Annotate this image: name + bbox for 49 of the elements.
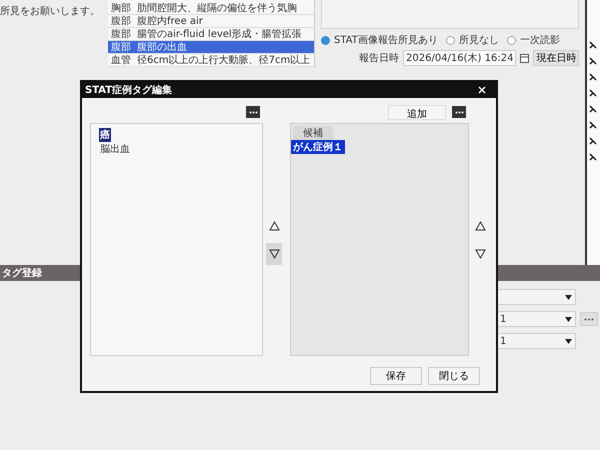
- dialog-button[interactable]: 閉じる: [428, 367, 480, 385]
- tool-icon[interactable]: [588, 40, 598, 50]
- radio-icon[interactable]: [446, 36, 455, 44]
- calendar-icon[interactable]: [520, 54, 530, 62]
- dialog-title: STAT症例タグ編集: [85, 84, 172, 97]
- instruction-text: 所見をお願いします。: [0, 6, 100, 17]
- finding-row[interactable]: 胸部 肋間腔開大、縦隔の偏位を伴う気胸: [108, 2, 314, 15]
- tool-icon[interactable]: [588, 120, 598, 130]
- ellipsis-icon: [584, 318, 594, 320]
- tool-icon[interactable]: [588, 72, 598, 82]
- tool-icon[interactable]: [588, 152, 598, 162]
- column-header: 候補: [293, 126, 333, 140]
- dropdown[interactable]: 1: [496, 333, 576, 349]
- dropdown[interactable]: [496, 289, 576, 305]
- close-icon[interactable]: [478, 86, 486, 94]
- radio-option[interactable]: STAT画像報告所見あり: [321, 33, 438, 47]
- radio-option[interactable]: 所見なし: [446, 33, 499, 47]
- date-field[interactable]: 2026/04/16(木) 16:24: [403, 50, 516, 66]
- finding-row[interactable]: 血管 径6cm以上の上行大動脈、径7cm以上: [108, 54, 314, 67]
- triangle-down-icon: [268, 248, 280, 258]
- radio-icon[interactable]: [321, 36, 330, 44]
- caret-icon: [565, 294, 572, 300]
- radio-icon[interactable]: [506, 36, 516, 44]
- tool-icon[interactable]: [588, 104, 598, 114]
- add-button[interactable]: 追加: [388, 104, 446, 120]
- more-button[interactable]: [246, 106, 260, 118]
- tool-icon[interactable]: [588, 136, 598, 146]
- dropdown[interactable]: 1: [496, 311, 576, 327]
- finding-row[interactable]: 腹部 腹部の出血: [108, 41, 314, 54]
- more-button[interactable]: [580, 312, 598, 326]
- dialog-button[interactable]: 保存: [370, 367, 422, 385]
- triangle-up-icon: [474, 220, 486, 230]
- date-label: 報告日時: [359, 52, 399, 65]
- tag-item[interactable]: 脳出血: [99, 142, 131, 156]
- caret-icon: [565, 316, 572, 322]
- ellipsis-icon: [454, 110, 464, 114]
- radio-option[interactable]: 一次読影: [506, 33, 560, 47]
- tool-icon[interactable]: [588, 88, 598, 98]
- finding-row[interactable]: 腹部 腹腔内free air: [108, 15, 314, 28]
- tag-item[interactable]: 癌: [99, 128, 111, 142]
- now-button[interactable]: 現在日時: [533, 50, 580, 66]
- triangle-down-icon: [474, 248, 486, 258]
- more-button[interactable]: [452, 106, 466, 118]
- candidate-item[interactable]: がん症例１: [291, 140, 345, 154]
- caret-icon: [565, 338, 572, 344]
- ellipsis-icon: [248, 110, 258, 114]
- triangle-up-icon: [268, 220, 280, 230]
- tool-icon[interactable]: [588, 56, 598, 66]
- move-down-button[interactable]: [266, 242, 282, 264]
